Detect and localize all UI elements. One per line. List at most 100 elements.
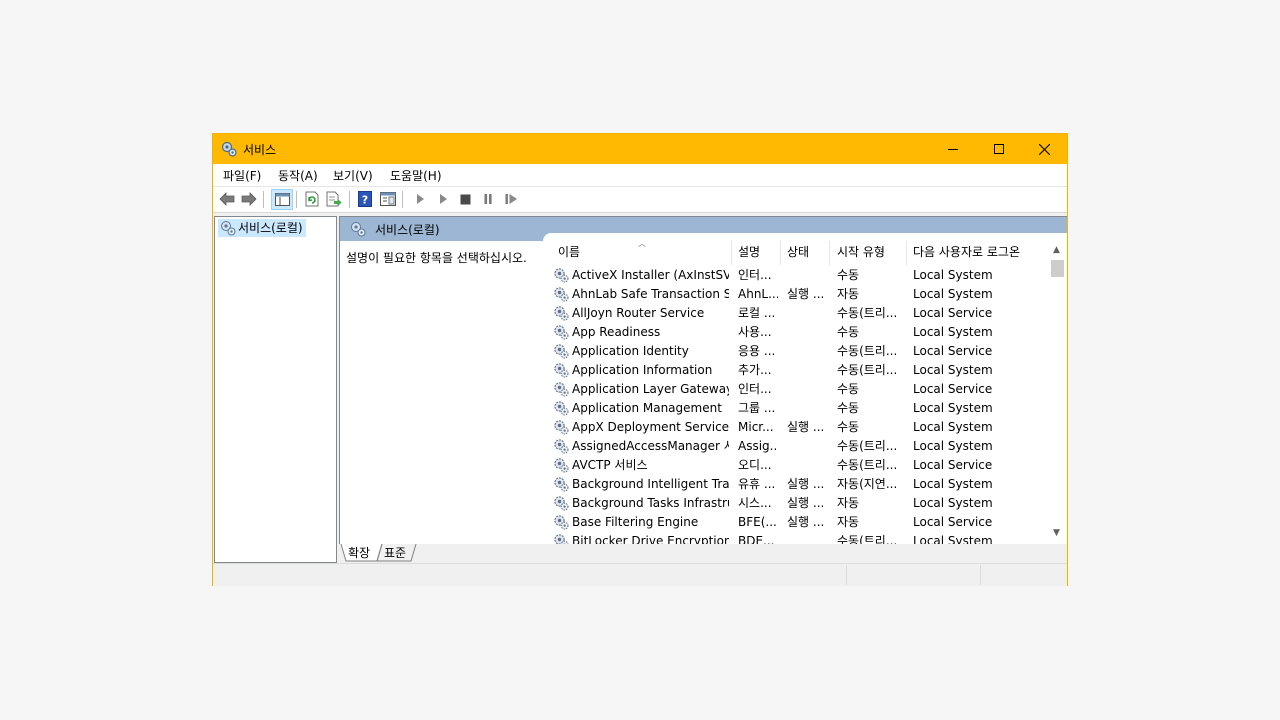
service-row[interactable]: Application Identity 응용 ... 수동(트리... Local … (543, 342, 1048, 361)
back-button[interactable] (218, 190, 236, 208)
properties-button[interactable] (379, 190, 397, 208)
services-list: ︿ 이름 설명 상태 시작 유형 다음 사용자로 로그온 ActiveX Ins… (543, 233, 1067, 544)
service-row[interactable]: Base Filtering Engine BFE(... 실행 ... 자동 Loca… (543, 513, 1048, 532)
services-app-icon (221, 141, 237, 157)
service-name-cell: Background Tasks Infrastru... (572, 496, 729, 510)
export-list-button[interactable] (325, 190, 343, 208)
scroll-down-icon[interactable]: ▼ (1048, 524, 1065, 541)
help-button[interactable]: ? (356, 190, 374, 208)
vertical-scrollbar[interactable]: ▲ ▼ (1048, 241, 1065, 544)
pause-service-button[interactable] (479, 190, 497, 208)
maximize-icon (994, 144, 1004, 154)
service-gear-icon (554, 420, 569, 435)
view-tabs: 확장 표준 (339, 544, 1067, 562)
minimize-button[interactable] (930, 134, 976, 164)
refresh-button[interactable] (303, 190, 321, 208)
close-button[interactable] (1021, 134, 1067, 164)
service-row[interactable]: AVCTP 서비스 오디... 수동(트리... Local Service (543, 456, 1048, 475)
service-status-cell: 실행 ... (787, 477, 825, 491)
column-header-description[interactable]: 설명 (738, 243, 760, 260)
menu-view[interactable]: 보기(V) (333, 167, 373, 184)
service-row[interactable]: Application Management 그룹 ... 수동 Local Syst… (543, 399, 1048, 418)
stop-service-button[interactable] (456, 190, 474, 208)
service-gear-icon (554, 306, 569, 321)
service-startup-cell: 자동 (837, 496, 860, 510)
service-name-cell: ActiveX Installer (AxInstSV) (572, 268, 729, 282)
pane-title: 서비스(로컬) (375, 223, 440, 237)
service-logon-cell: Local System (913, 287, 993, 301)
show-hide-tree-button[interactable] (271, 189, 293, 210)
service-desc-cell: 오디... (738, 458, 772, 472)
tab-standard[interactable]: 표준 (384, 545, 406, 561)
restart-service-button[interactable] (502, 190, 520, 208)
service-row[interactable]: Application Information 추가... 수동(트리... Loca… (543, 361, 1048, 380)
column-header-startup-type[interactable]: 시작 유형 (837, 243, 885, 260)
forward-button[interactable] (240, 190, 258, 208)
service-gear-icon (554, 439, 569, 454)
service-row[interactable]: App Readiness 사용... 수동 Local System (543, 323, 1048, 342)
service-status-cell: 실행 ... (787, 515, 825, 529)
service-logon-cell: Local System (913, 534, 993, 544)
service-row[interactable]: AllJoyn Router Service 로컬 ... 수동(트리... Loca… (543, 304, 1048, 323)
column-header-log-on-as[interactable]: 다음 사용자로 로그온 (913, 243, 1020, 260)
services-icon (351, 222, 366, 237)
menu-help[interactable]: 도움말(H) (390, 167, 442, 184)
service-desc-cell: 유휴 ... (738, 477, 776, 491)
service-startup-cell: 수동 (837, 382, 860, 396)
scroll-up-icon[interactable]: ▲ (1048, 241, 1065, 258)
service-gear-icon (554, 268, 569, 283)
column-header-status[interactable]: 상태 (787, 243, 809, 260)
service-logon-cell: Local System (913, 477, 993, 491)
column-divider[interactable] (829, 241, 830, 265)
service-gear-icon (554, 382, 569, 397)
column-divider[interactable] (780, 241, 781, 265)
start-service-button[interactable] (411, 190, 429, 208)
service-row[interactable]: BitLocker Drive Encryption ... BDE... 수동(트… (543, 532, 1048, 544)
service-row[interactable]: Application Layer Gateway ... 인터... 수동 Loca… (543, 380, 1048, 399)
services-pane: 서비스(로컬) 설명이 필요한 항목을 선택하십시오. ︿ 이름 설명 상태 시… (339, 216, 1067, 546)
pause-service-icon (484, 194, 492, 204)
maximize-button[interactable] (976, 134, 1022, 164)
service-row[interactable]: AssignedAccessManager 서... Assig... 수동(트리.… (543, 437, 1048, 456)
service-name-cell: Application Information (572, 363, 713, 377)
service-row[interactable]: Background Tasks Infrastru... 시스... 실행 ...… (543, 494, 1048, 513)
service-logon-cell: Local Service (913, 382, 993, 396)
service-row[interactable]: ActiveX Installer (AxInstSV) 인터... 수동 Local… (543, 266, 1048, 285)
service-row[interactable]: AhnLab Safe Transaction S... AhnL... 실행 ..… (543, 285, 1048, 304)
title-bar[interactable]: 서비스 (213, 134, 1067, 164)
column-divider[interactable] (731, 241, 732, 265)
service-startup-cell: 수동(트리... (837, 458, 898, 472)
status-divider (980, 565, 981, 585)
scroll-thumb[interactable] (1051, 260, 1064, 277)
menu-file[interactable]: 파일(F) (223, 167, 261, 184)
close-icon (1038, 143, 1050, 155)
service-logon-cell: Local System (913, 363, 993, 377)
service-gear-icon (554, 344, 569, 359)
service-name-cell: AhnLab Safe Transaction S... (572, 287, 729, 301)
service-status-cell: 실행 ... (787, 420, 825, 434)
service-startup-cell: 수동(트리... (837, 363, 898, 377)
tree-item-services-local[interactable]: 서비스(로컬) (218, 219, 306, 237)
service-row[interactable]: Background Intelligent Tra... 유휴 ... 실행 ..… (543, 475, 1048, 494)
forward-arrow-icon (241, 192, 257, 206)
tab-extended[interactable]: 확장 (348, 545, 370, 561)
service-startup-cell: 수동 (837, 268, 860, 282)
toolbar-separator (349, 191, 350, 208)
column-header-name[interactable]: 이름 (558, 243, 580, 260)
service-startup-cell: 수동(트리... (837, 344, 898, 358)
service-row[interactable]: AppX Deployment Service ... Micr... 실행 ...… (543, 418, 1048, 437)
service-gear-icon (554, 534, 569, 544)
service-startup-cell: 수동(트리... (837, 439, 898, 453)
service-gear-icon (554, 477, 569, 492)
service-name-cell: AllJoyn Router Service (572, 306, 705, 320)
service-name-cell: App Readiness (572, 325, 661, 339)
menu-action[interactable]: 동작(A) (278, 167, 318, 184)
stop-service-icon (460, 194, 470, 204)
start-service-alt-button[interactable] (434, 190, 452, 208)
service-desc-cell: 로컬 ... (738, 306, 776, 320)
service-status-cell: 실행 ... (787, 496, 825, 510)
service-desc-cell: 인터... (738, 382, 772, 396)
column-divider[interactable] (906, 241, 907, 265)
service-name-cell: AssignedAccessManager 서... (572, 439, 729, 453)
refresh-icon (305, 191, 319, 207)
